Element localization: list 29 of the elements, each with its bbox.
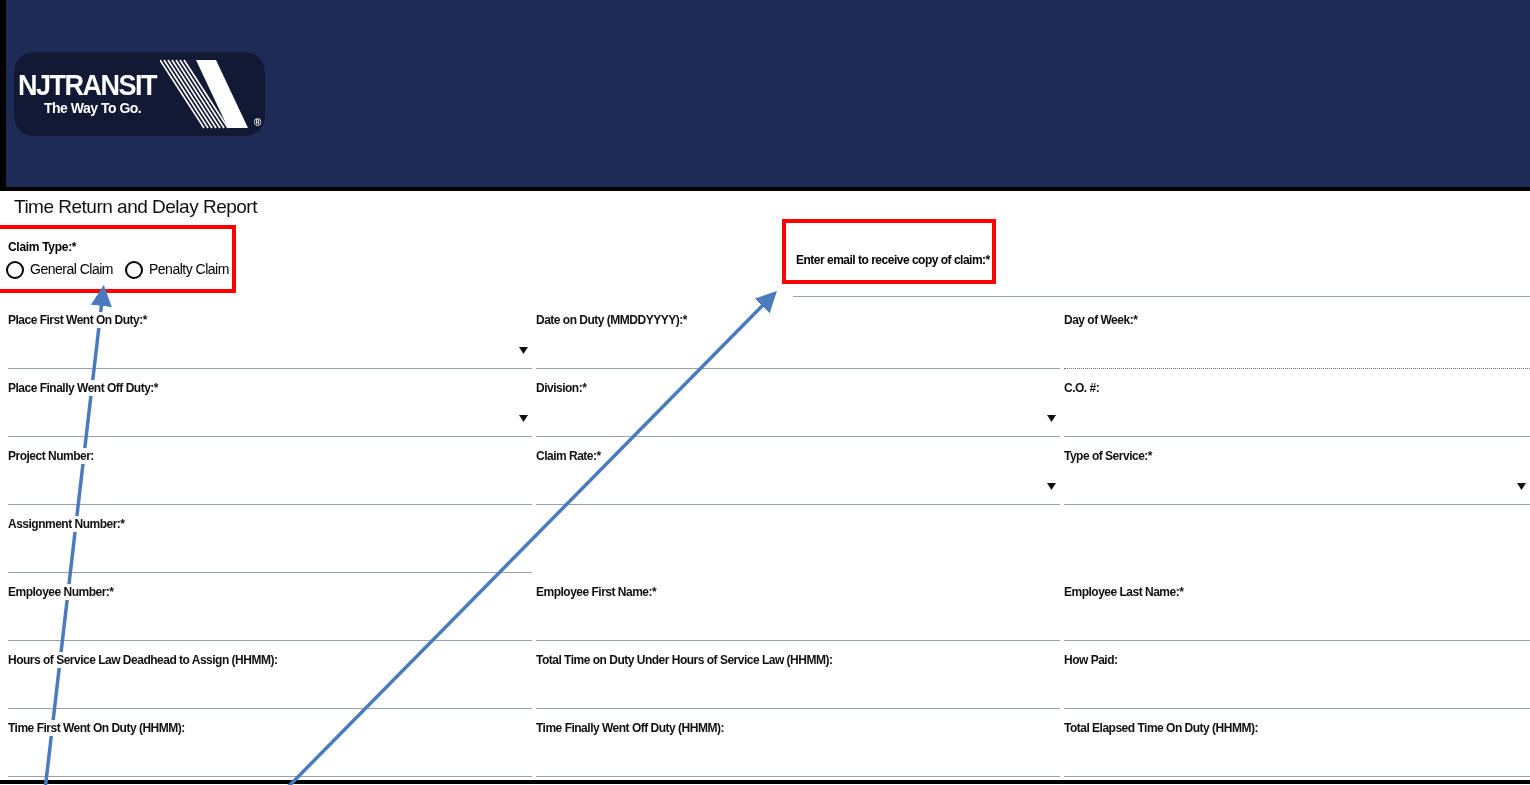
field-label: Total Time on Duty Under Hours of Service Law (HHMM): bbox=[536, 652, 833, 668]
field-label: Day of Week:* bbox=[1064, 312, 1138, 328]
field-label: Employee Last Name:* bbox=[1064, 584, 1184, 600]
logo-wordmark: NJTRANSIT bbox=[18, 69, 156, 100]
field-label: Project Number: bbox=[8, 448, 94, 464]
field-label: Hours of Service Law Deadhead to Assign (HHMM): bbox=[8, 652, 278, 668]
field-label: Assignment Number:* bbox=[8, 516, 125, 532]
field-label: Time Finally Went Off Duty (HHMM): bbox=[536, 720, 724, 736]
field-label: Place Finally Went Off Duty:* bbox=[8, 380, 158, 396]
radio-option[interactable]: Penalty Claim bbox=[125, 259, 229, 280]
field-label: Employee First Name:* bbox=[536, 584, 657, 600]
field-label: Type of Service:* bbox=[1064, 448, 1152, 464]
caret-icon bbox=[519, 347, 528, 354]
field-label: Time First Went On Duty (HHMM): bbox=[8, 720, 185, 736]
field-label: Date on Duty (MMDDYYYY):* bbox=[536, 312, 687, 328]
stripes-icon bbox=[160, 57, 250, 130]
caret-icon bbox=[1047, 483, 1056, 490]
field-label: Total Elapsed Time On Duty (HHMM): bbox=[1064, 720, 1258, 736]
field-label: Enter email to receive copy of claim:* bbox=[796, 253, 990, 267]
logo-tagline: The Way To Go. bbox=[44, 98, 143, 117]
caret-icon bbox=[1047, 415, 1056, 422]
radio-option[interactable]: General Claim bbox=[6, 259, 113, 280]
field-label: Employee Number:* bbox=[8, 584, 114, 600]
field-label: Claim Type:* bbox=[8, 239, 77, 255]
caret-icon bbox=[519, 415, 528, 422]
registered-mark: ® bbox=[254, 115, 262, 130]
field-label: Place First Went On Duty:* bbox=[8, 312, 147, 328]
caret-icon bbox=[1517, 483, 1526, 490]
page-title: Time Return and Delay Report bbox=[14, 195, 257, 219]
